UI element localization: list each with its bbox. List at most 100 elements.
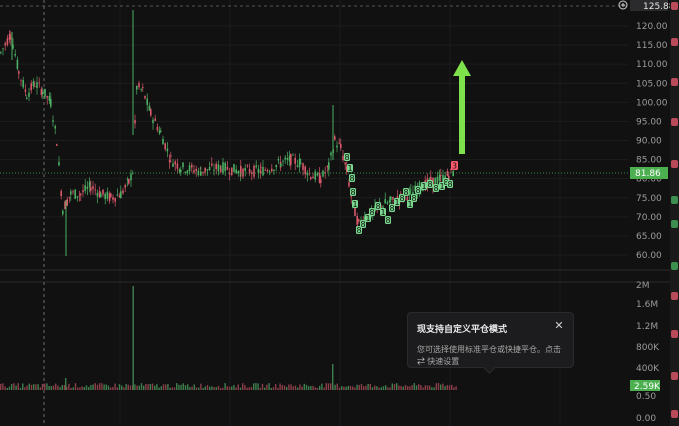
candle-body	[440, 175, 442, 176]
volume-bar	[376, 386, 378, 390]
volume-bar	[127, 384, 129, 390]
sequence-badge-label: 8	[369, 208, 374, 217]
candle-body	[275, 165, 277, 168]
candle-body	[48, 96, 51, 101]
volume-bar	[15, 385, 17, 390]
candle-body	[158, 130, 161, 134]
volume-bar	[48, 385, 50, 390]
volume-bar	[213, 387, 215, 390]
volume-bar	[198, 387, 200, 390]
volume-bar	[363, 386, 365, 390]
edge-marker	[671, 160, 678, 168]
volume-bar	[224, 383, 226, 390]
candle-body	[30, 83, 32, 91]
candle-body	[82, 190, 84, 193]
swap-icon[interactable]: ⇄	[417, 357, 425, 366]
volume-tick-label: 0.00	[636, 414, 656, 424]
candle-body	[184, 172, 186, 173]
candle-body	[253, 165, 255, 177]
volume-bar	[435, 383, 437, 390]
volume-bar	[250, 387, 253, 390]
volume-bar	[402, 386, 404, 390]
volume-bar	[244, 385, 246, 390]
candle-body	[110, 193, 112, 197]
candle-body	[20, 79, 22, 81]
tooltip-body-text: 您可选择使用标准平仓或快捷平仓。点击	[417, 345, 561, 354]
volume-bar	[356, 384, 358, 390]
volume-bar	[173, 387, 176, 390]
volume-bar	[165, 384, 167, 390]
volume-bar	[202, 387, 204, 390]
sequence-badge-label: 8	[427, 180, 432, 189]
volume-bar	[422, 387, 424, 390]
candle-body	[74, 189, 76, 199]
volume-bar	[266, 384, 268, 390]
volume-tick-label: 800K	[636, 343, 660, 353]
candle-body	[36, 82, 38, 88]
sequence-badge-label: 8	[385, 216, 390, 225]
volume-bar	[396, 383, 398, 390]
volume-bar	[286, 387, 288, 390]
candle-body	[215, 163, 217, 170]
volume-bar	[257, 383, 259, 390]
candle-body	[84, 185, 86, 192]
candle-body	[18, 71, 20, 74]
candle-body	[174, 161, 176, 165]
candle-body	[8, 33, 11, 40]
volume-bar	[143, 385, 145, 390]
volume-bar	[330, 383, 332, 390]
price-chart[interactable]: 81881881881881 88188 1 8 8 1883 120.00115.001…	[0, 0, 679, 426]
volume-bar	[81, 386, 83, 390]
candle-body	[50, 98, 52, 107]
candle-body	[336, 145, 338, 148]
close-icon[interactable]: ✕	[553, 320, 565, 332]
candle-body	[86, 186, 89, 189]
candle-body	[446, 171, 449, 176]
volume-bar	[162, 384, 165, 390]
volume-bar	[94, 383, 96, 390]
price-tick-label: 110.00	[636, 60, 668, 70]
volume-bar	[178, 384, 180, 390]
candle-body	[66, 199, 68, 206]
volume-bar	[19, 387, 22, 390]
candle-body	[26, 97, 28, 99]
volume-bar	[136, 385, 138, 390]
volume-bar	[195, 387, 198, 390]
volume-bar	[264, 387, 266, 390]
candle-body	[14, 54, 16, 56]
tooltip-body-link[interactable]: 快速设置	[427, 357, 459, 366]
candle-body	[188, 165, 191, 172]
candle-body	[260, 167, 262, 169]
volume-tick-label: 0.50	[636, 392, 656, 402]
volume-bar	[217, 385, 220, 390]
volume-bar	[107, 385, 110, 390]
volume-bar	[442, 383, 444, 390]
volume-bar	[369, 383, 371, 390]
volume-bar	[30, 384, 33, 390]
sequence-badge-label: 1	[347, 164, 352, 173]
volume-bar	[63, 385, 66, 390]
candle-body	[6, 38, 9, 45]
edge-marker	[671, 196, 678, 204]
volume-bar	[167, 384, 169, 390]
candle-body	[200, 171, 202, 176]
volume-bar	[112, 387, 114, 390]
tooltip-body: 您可选择使用标准平仓或快捷平仓。点击 ⇄ 快速设置	[417, 344, 563, 368]
candle-body	[180, 170, 182, 173]
candle-body	[44, 88, 46, 97]
candle-body	[24, 89, 27, 92]
volume-bar	[424, 385, 426, 390]
candle-body	[224, 162, 226, 172]
volume-bar	[354, 387, 356, 390]
signal-badge-label: 3	[452, 162, 457, 171]
volume-bar	[147, 384, 149, 390]
volume-bar	[46, 383, 48, 390]
candle-body	[150, 109, 152, 116]
candle-body	[312, 176, 314, 179]
volume-bar	[68, 383, 70, 390]
candle-body	[54, 126, 56, 129]
candle-body	[34, 85, 36, 87]
candle-body	[262, 166, 264, 176]
candle-body	[340, 144, 342, 149]
volume-bar	[336, 383, 338, 390]
